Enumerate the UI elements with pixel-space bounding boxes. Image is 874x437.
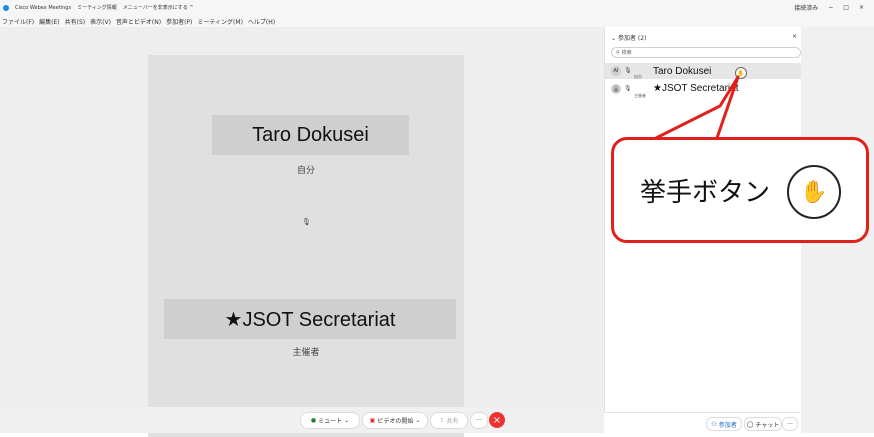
- share-icon: ⇪: [439, 417, 445, 424]
- participant-subtitle: 主催者: [292, 348, 320, 358]
- avatar: AI: [611, 66, 621, 76]
- search-icon: ⚲: [616, 49, 620, 56]
- callout-label: 挙手ボタン: [640, 178, 771, 208]
- chevron-down-icon[interactable]: ⌄: [415, 417, 420, 424]
- meeting-stage-area: Taro Dokusei 自分 🎙 ★JSOT Secretariat 主催者 …: [0, 27, 600, 437]
- close-window-button[interactable]: ×: [859, 4, 864, 11]
- mic-icon: 🎙: [302, 218, 311, 226]
- mute-label: ミュート: [318, 418, 343, 425]
- chat-icon: ◯: [746, 420, 754, 428]
- video-off-icon: ▣: [369, 417, 376, 424]
- webex-logo-icon: [3, 4, 9, 11]
- mic-icon: 🎙: [624, 67, 632, 74]
- raise-hand-icon[interactable]: ✋: [735, 67, 747, 79]
- share-button[interactable]: ⇪ 共有: [430, 412, 468, 429]
- hand-raise-icon: ✋: [787, 165, 841, 219]
- meeting-controls: ● ミュート ⌄ ▣ ビデオの開始 ⌄ ⇪ 共有 ··· ×: [0, 407, 600, 433]
- meeting-info-link[interactable]: ミーティング情報: [77, 4, 117, 11]
- app-name: Cisco Webex Meetings: [15, 4, 72, 11]
- menu-edit[interactable]: 編集(E): [39, 17, 59, 26]
- participant-name: ★JSOT Secretariat: [653, 83, 739, 94]
- collapse-chevron-icon[interactable]: ⌄: [611, 35, 616, 42]
- more-options-button[interactable]: ···: [470, 412, 488, 429]
- chat-button[interactable]: ◯ チャット: [744, 417, 782, 431]
- video-tile-self[interactable]: Taro Dokusei 自分 🎙: [148, 55, 464, 234]
- minimize-button[interactable]: −: [828, 4, 833, 11]
- menu-help[interactable]: ヘルプ(H): [248, 17, 275, 26]
- microphone-icon: ●: [310, 417, 317, 424]
- menu-share[interactable]: 共有(S): [65, 17, 86, 26]
- connection-status[interactable]: 接続済み: [794, 3, 818, 12]
- mic-icon: 🎙: [624, 85, 632, 92]
- person-icon: ⚇: [711, 420, 717, 428]
- annotation-callout: 挙手ボタン ✋: [611, 137, 869, 243]
- share-label: 共有: [446, 418, 459, 425]
- menu-participant[interactable]: 参加者(P): [166, 17, 192, 26]
- menu-file[interactable]: ファイル(F): [2, 17, 34, 26]
- close-panel-button[interactable]: ×: [792, 33, 797, 40]
- end-meeting-button[interactable]: ×: [489, 412, 505, 428]
- mute-button[interactable]: ● ミュート ⌄: [300, 412, 360, 429]
- start-video-button[interactable]: ▣ ビデオの開始 ⌄: [362, 412, 428, 429]
- hide-menubar-link[interactable]: メニューバーを非表示にする ^: [123, 4, 194, 11]
- participant-name: Taro Dokusei: [212, 115, 409, 155]
- participants-button[interactable]: ⚇ 参加者: [706, 417, 742, 431]
- participant-role: 自分: [634, 74, 642, 79]
- chevron-down-icon[interactable]: ⌄: [344, 417, 349, 424]
- panel-title: 参加者 (2): [617, 35, 647, 42]
- search-placeholder: 検索: [621, 50, 632, 56]
- titlebar: Cisco Webex Meetings ミーティング情報 メニューバーを非表示…: [0, 0, 874, 14]
- video-label: ビデオの開始: [377, 418, 414, 425]
- participants-button-label: 参加者: [718, 421, 737, 429]
- participant-subtitle: 自分: [296, 166, 315, 176]
- video-stage: Taro Dokusei 自分 🎙 ★JSOT Secretariat 主催者 …: [148, 55, 464, 437]
- menu-meeting[interactable]: ミーティング(M): [197, 17, 243, 26]
- menubar: ファイル(F) 編集(E) 共有(S) 表示(V) 音声とビデオ(N) 参加者(…: [0, 14, 874, 27]
- menu-view[interactable]: 表示(V): [90, 17, 111, 26]
- panel-header: ⌄ 参加者 (2) ×: [611, 33, 797, 43]
- participant-search-input[interactable]: ⚲ 検索: [611, 47, 801, 58]
- maximize-button[interactable]: □: [843, 4, 849, 11]
- participant-row[interactable]: 品 🎙 ★JSOT Secretariat 主催者: [605, 81, 801, 98]
- participant-name: Taro Dokusei: [653, 66, 712, 77]
- participant-name: ★JSOT Secretariat: [164, 299, 456, 339]
- menu-audio-video[interactable]: 音声とビデオ(N): [116, 17, 161, 26]
- panel-footer: ⚇ 参加者 ◯ チャット ···: [604, 412, 800, 434]
- webex-window: Cisco Webex Meetings ミーティング情報 メニューバーを非表示…: [0, 0, 874, 437]
- more-options-button[interactable]: ···: [782, 417, 798, 431]
- participant-role: 主催者: [634, 93, 646, 98]
- participant-row[interactable]: AI 🎙 Taro Dokusei 自分 ✋: [605, 63, 801, 79]
- chat-button-label: チャット: [755, 421, 780, 429]
- avatar: 品: [611, 84, 621, 94]
